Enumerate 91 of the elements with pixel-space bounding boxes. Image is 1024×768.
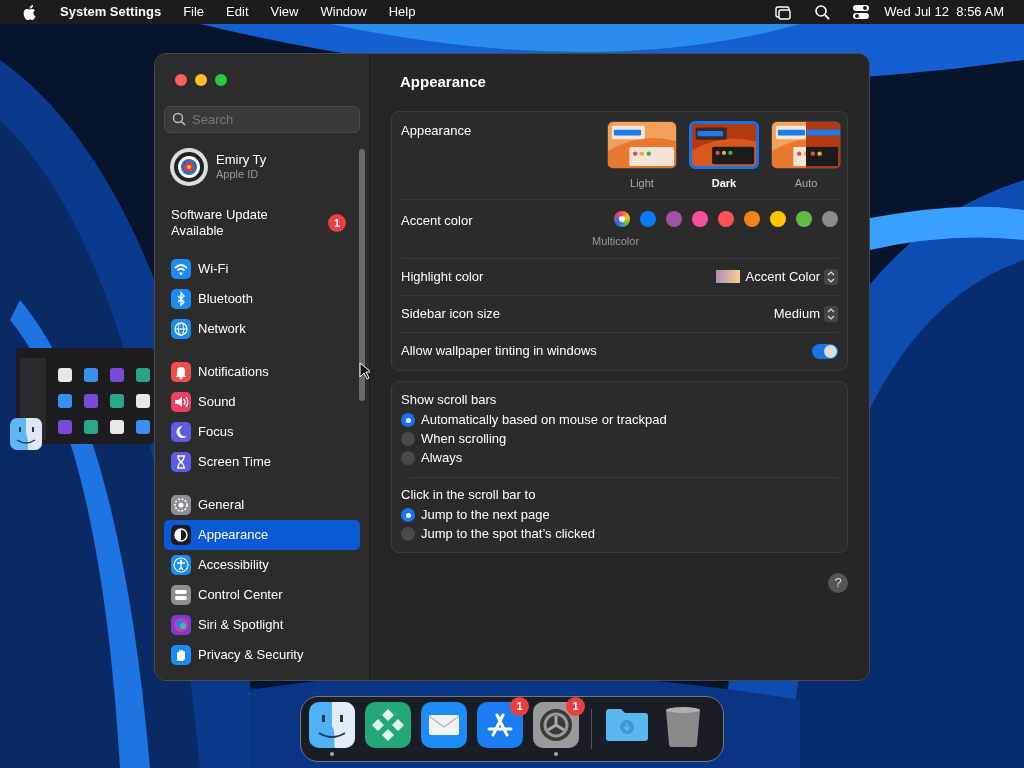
setting-label: Accent color bbox=[401, 212, 474, 230]
smiling-face-app-icon bbox=[10, 418, 42, 450]
gear-icon bbox=[171, 495, 191, 515]
setting-label: Click in the scroll bar to bbox=[401, 486, 537, 503]
letter-a-app-icon[interactable] bbox=[477, 702, 523, 748]
accent-color-swatch[interactable] bbox=[796, 211, 812, 227]
setting-label: Sidebar icon size bbox=[401, 304, 501, 323]
menu-item[interactable]: View bbox=[270, 2, 299, 22]
control-center-icon bbox=[852, 4, 871, 20]
smiling-face-app-icon[interactable] bbox=[309, 702, 355, 748]
accent-color-swatch[interactable] bbox=[640, 211, 656, 227]
sidebar-item[interactable]: Wi-Fi bbox=[164, 254, 360, 284]
accent-color-swatch[interactable] bbox=[692, 211, 708, 227]
search-icon bbox=[814, 4, 831, 20]
accent-color-swatch[interactable] bbox=[770, 211, 786, 227]
setting-label: Allow wallpaper tinting in windows bbox=[401, 342, 598, 361]
app-menu-title[interactable]: System Settings bbox=[60, 2, 162, 22]
bell-icon bbox=[171, 362, 191, 382]
search-field[interactable]: Search bbox=[164, 106, 360, 133]
software-update-label[interactable]: Software Update Available bbox=[171, 207, 291, 239]
sidebar-item[interactable]: Privacy & Security bbox=[164, 640, 360, 670]
account-name: Emiry Ty bbox=[216, 153, 267, 167]
hourglass-icon bbox=[171, 452, 191, 472]
half-circle-icon bbox=[171, 525, 191, 545]
radio-option[interactable]: Automatically based on mouse or trackpad bbox=[401, 410, 838, 430]
sidebar-item[interactable]: Bluetooth bbox=[164, 284, 360, 314]
zoom-button[interactable] bbox=[215, 74, 227, 86]
accent-color-swatch[interactable] bbox=[822, 211, 838, 227]
page-title: Appearance bbox=[399, 72, 487, 92]
option-label: Dark bbox=[711, 175, 737, 191]
target-avatar-icon bbox=[170, 148, 208, 186]
help-button[interactable]: ? bbox=[828, 572, 848, 593]
sidebar-item[interactable]: Control Center bbox=[164, 580, 360, 610]
setting-label: Show scroll bars bbox=[401, 391, 498, 408]
accent-color-swatch[interactable] bbox=[718, 211, 734, 227]
scroll-bar[interactable] bbox=[359, 149, 365, 401]
stepper-arrows-icon bbox=[824, 305, 838, 322]
apple-id-row[interactable]: Emiry Ty Apple ID bbox=[155, 147, 369, 187]
globe-icon bbox=[171, 319, 191, 339]
sidebar-item[interactable]: General bbox=[164, 490, 360, 520]
menu-clock: Wed Jul 12 8:56 AM bbox=[884, 3, 1004, 22]
sidebar-item[interactable]: Network bbox=[164, 314, 360, 344]
appearance-option[interactable] bbox=[771, 120, 841, 169]
swatch-caption: Multicolor bbox=[592, 234, 640, 249]
orb-icon bbox=[171, 615, 191, 635]
menu-item[interactable]: File bbox=[183, 2, 205, 22]
toggles-icon bbox=[171, 585, 191, 605]
accent-color-swatch[interactable] bbox=[666, 211, 682, 227]
sidebar-item[interactable]: Focus bbox=[164, 417, 360, 447]
accent-color-swatch[interactable] bbox=[744, 211, 760, 227]
menu-item[interactable]: Window bbox=[320, 2, 367, 22]
radio-option[interactable]: When scrolling bbox=[401, 429, 838, 449]
stepper-arrows-icon bbox=[824, 268, 838, 285]
notification-badge: 1 bbox=[510, 697, 529, 716]
appearance-option[interactable] bbox=[607, 120, 677, 169]
sidebar-item[interactable]: Accessibility bbox=[164, 550, 360, 580]
radio-option[interactable]: Always bbox=[401, 448, 838, 468]
wifi-icon bbox=[171, 259, 191, 279]
minimize-button[interactable] bbox=[195, 74, 207, 86]
speaker-icon bbox=[171, 392, 191, 412]
gear-app-icon[interactable] bbox=[533, 702, 579, 748]
stage-manager-icon bbox=[774, 3, 793, 21]
setting-label: Highlight color bbox=[401, 267, 485, 286]
diamond-tiles-app-icon[interactable] bbox=[365, 702, 411, 748]
color-swatch bbox=[715, 270, 740, 283]
popup-button[interactable]: Accent Color bbox=[715, 266, 838, 287]
notification-badge: 1 bbox=[566, 697, 585, 716]
option-label: Auto bbox=[794, 175, 818, 191]
account-subtitle: Apple ID bbox=[216, 167, 260, 181]
close-button[interactable] bbox=[175, 74, 187, 86]
sidebar-item[interactable]: Sound bbox=[164, 387, 360, 417]
accessibility-figure-icon bbox=[171, 555, 191, 575]
sidebar-item[interactable]: Siri & Spotlight bbox=[164, 610, 360, 640]
sidebar-item[interactable]: Screen Time bbox=[164, 447, 360, 477]
option-label: Light bbox=[630, 175, 654, 191]
sidebar-item[interactable]: Appearance bbox=[164, 520, 360, 550]
bluetooth-icon bbox=[171, 289, 191, 309]
sidebar-item[interactable]: Notifications bbox=[164, 357, 360, 387]
accent-color-swatch[interactable] bbox=[614, 211, 630, 227]
radio-option[interactable]: Jump to the next page bbox=[401, 505, 838, 525]
radio-option[interactable]: Jump to the spot that’s clicked bbox=[401, 524, 838, 544]
moon-icon bbox=[171, 422, 191, 442]
popup-button[interactable]: Medium bbox=[773, 303, 838, 324]
notification-badge: 1 bbox=[328, 214, 346, 232]
search-icon bbox=[172, 112, 186, 126]
toggle-switch[interactable] bbox=[812, 343, 838, 359]
menu-item[interactable]: Help bbox=[388, 2, 416, 22]
hand-icon bbox=[171, 645, 191, 665]
envelope-app-icon[interactable] bbox=[421, 702, 467, 748]
setting-label: Appearance bbox=[401, 121, 473, 140]
menu-item[interactable]: Edit bbox=[226, 2, 249, 22]
